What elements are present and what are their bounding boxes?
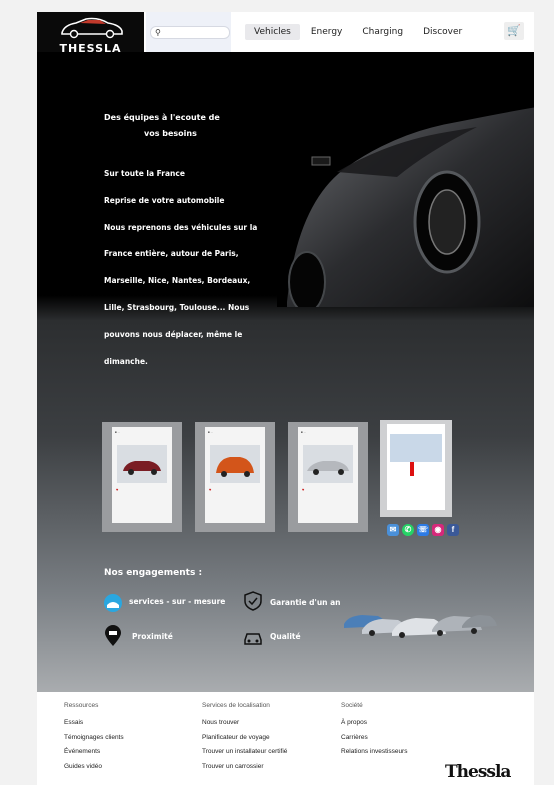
search-icon: ⚲	[155, 28, 161, 37]
hero-line: Marseille, Nice, Nantes, Bordeaux,	[104, 276, 251, 286]
hero-line: Sur toute la France	[104, 169, 185, 178]
footer-link[interactable]: Trouver un installateur certifié	[202, 748, 287, 763]
footer-link[interactable]: Relations investisseurs	[341, 748, 407, 763]
hero-line: pouvons nous déplacer, même le	[104, 329, 243, 339]
footer-col-company: Société À propos Carrières Relations inv…	[341, 702, 407, 763]
facebook-icon[interactable]: f	[447, 524, 459, 536]
page: THESSLA ⚲ Vehicles Energy Charging Disco…	[37, 12, 534, 785]
hero-line: dimanche.	[104, 356, 148, 366]
car-photo-icon	[216, 457, 254, 477]
engagements-title: Nos engagements :	[104, 568, 203, 578]
post-photo	[117, 445, 167, 483]
engagement-item: services - sur - mesure	[129, 597, 226, 606]
hero-title-line1: Des équipes à l'ecoute de	[104, 113, 220, 122]
custom-service-icon	[104, 594, 122, 612]
footer-col-title: Ressources	[64, 702, 99, 709]
footer-signature-logo: Thessla	[445, 762, 511, 782]
footer-col-title: Société	[341, 702, 363, 709]
whatsapp-icon[interactable]: ✆	[402, 524, 414, 536]
search-input[interactable]	[165, 27, 225, 38]
location-pin-icon	[105, 625, 121, 646]
car-photo-icon	[307, 461, 349, 475]
cart-button[interactable]: 🛒	[504, 22, 524, 40]
engagement-item: Qualité	[270, 632, 301, 641]
post-card-3[interactable]: ■ ... ♥	[288, 422, 368, 532]
hero-title: Des équipes à l'ecoute de vos besoins	[104, 110, 254, 142]
hero-title-line2: vos besoins	[144, 129, 197, 138]
phone-icon[interactable]: ☏	[417, 524, 429, 536]
footer-link[interactable]: Essais	[64, 719, 124, 734]
post-card-2[interactable]: ■ ... ♥	[195, 422, 275, 532]
like-icon[interactable]: ♥	[209, 487, 211, 492]
car-fleet-image	[344, 615, 497, 638]
footer-link[interactable]: Événements	[64, 748, 124, 763]
post-photo	[210, 445, 260, 483]
hero-section: Des équipes à l'ecoute de vos besoins Su…	[37, 52, 534, 692]
cart-icon: 🛒	[507, 25, 521, 37]
footer-col-resources: Ressources Essais Témoignages clients Év…	[64, 702, 124, 777]
post-frame: ■ ... ♥	[298, 427, 358, 523]
footer-link[interactable]: Nous trouver	[202, 719, 287, 734]
engagement-item: Proximité	[132, 632, 173, 641]
hero-line: Nous reprenons des véhicules sur la	[104, 222, 258, 232]
post-frame	[387, 424, 445, 510]
post-header: ■ ...	[115, 430, 121, 434]
post-header: ■ ...	[208, 430, 214, 434]
footer-col-location: Services de localisation Nous trouver Pl…	[202, 702, 287, 777]
car-quality-icon	[244, 633, 262, 645]
nav-charging[interactable]: Charging	[353, 24, 413, 40]
nav-energy[interactable]: Energy	[301, 24, 352, 40]
like-icon[interactable]: ♥	[116, 487, 118, 492]
social-links: ✉ ✆ ☏ ◉ f	[387, 524, 459, 536]
footer: Ressources Essais Témoignages clients Év…	[37, 692, 534, 785]
post-photo	[390, 434, 442, 462]
car-logo-icon	[61, 17, 123, 39]
post-header: ■ ...	[301, 430, 307, 434]
engagement-item: Garantie d'un an	[270, 598, 341, 607]
post-frame: ■ ... ♥	[205, 427, 265, 523]
hero-line: Reprise de votre automobile	[104, 195, 225, 205]
footer-link[interactable]: Trouver un carrossier	[202, 763, 287, 778]
instagram-icon[interactable]: ◉	[432, 524, 444, 536]
hero-car-image	[277, 72, 534, 307]
nav-vehicles[interactable]: Vehicles	[245, 24, 300, 40]
shield-check-icon	[244, 591, 262, 611]
footer-link[interactable]: Témoignages clients	[64, 734, 124, 749]
nav-discover[interactable]: Discover	[414, 24, 472, 40]
footer-col-title: Services de localisation	[202, 702, 270, 709]
like-icon[interactable]: ♥	[302, 487, 304, 492]
search-box[interactable]: ⚲	[150, 26, 230, 39]
post-frame: ■ ... ♥	[112, 427, 172, 523]
post-card-1[interactable]: ■ ... ♥	[102, 422, 182, 532]
footer-link[interactable]: Guides vidéo	[64, 763, 124, 778]
arrow-icon	[410, 462, 414, 476]
car-photo-icon	[123, 461, 161, 475]
mail-icon[interactable]: ✉	[387, 524, 399, 536]
hero-line: France entière, autour de Paris,	[104, 249, 239, 259]
footer-link[interactable]: À propos	[341, 719, 407, 734]
search-area: ⚲	[146, 12, 231, 52]
post-photo	[303, 445, 353, 483]
hero-text: Sur toute la France Reprise de votre aut…	[104, 168, 294, 382]
main-nav: Vehicles Energy Charging Discover	[245, 24, 472, 40]
footer-link[interactable]: Carrières	[341, 734, 407, 749]
footer-link[interactable]: Planificateur de voyage	[202, 734, 287, 749]
post-card-4[interactable]	[380, 420, 452, 517]
hero-line: Lille, Strasbourg, Toulouse... Nous	[104, 302, 250, 312]
brand-logo[interactable]: THESSLA	[37, 12, 144, 55]
